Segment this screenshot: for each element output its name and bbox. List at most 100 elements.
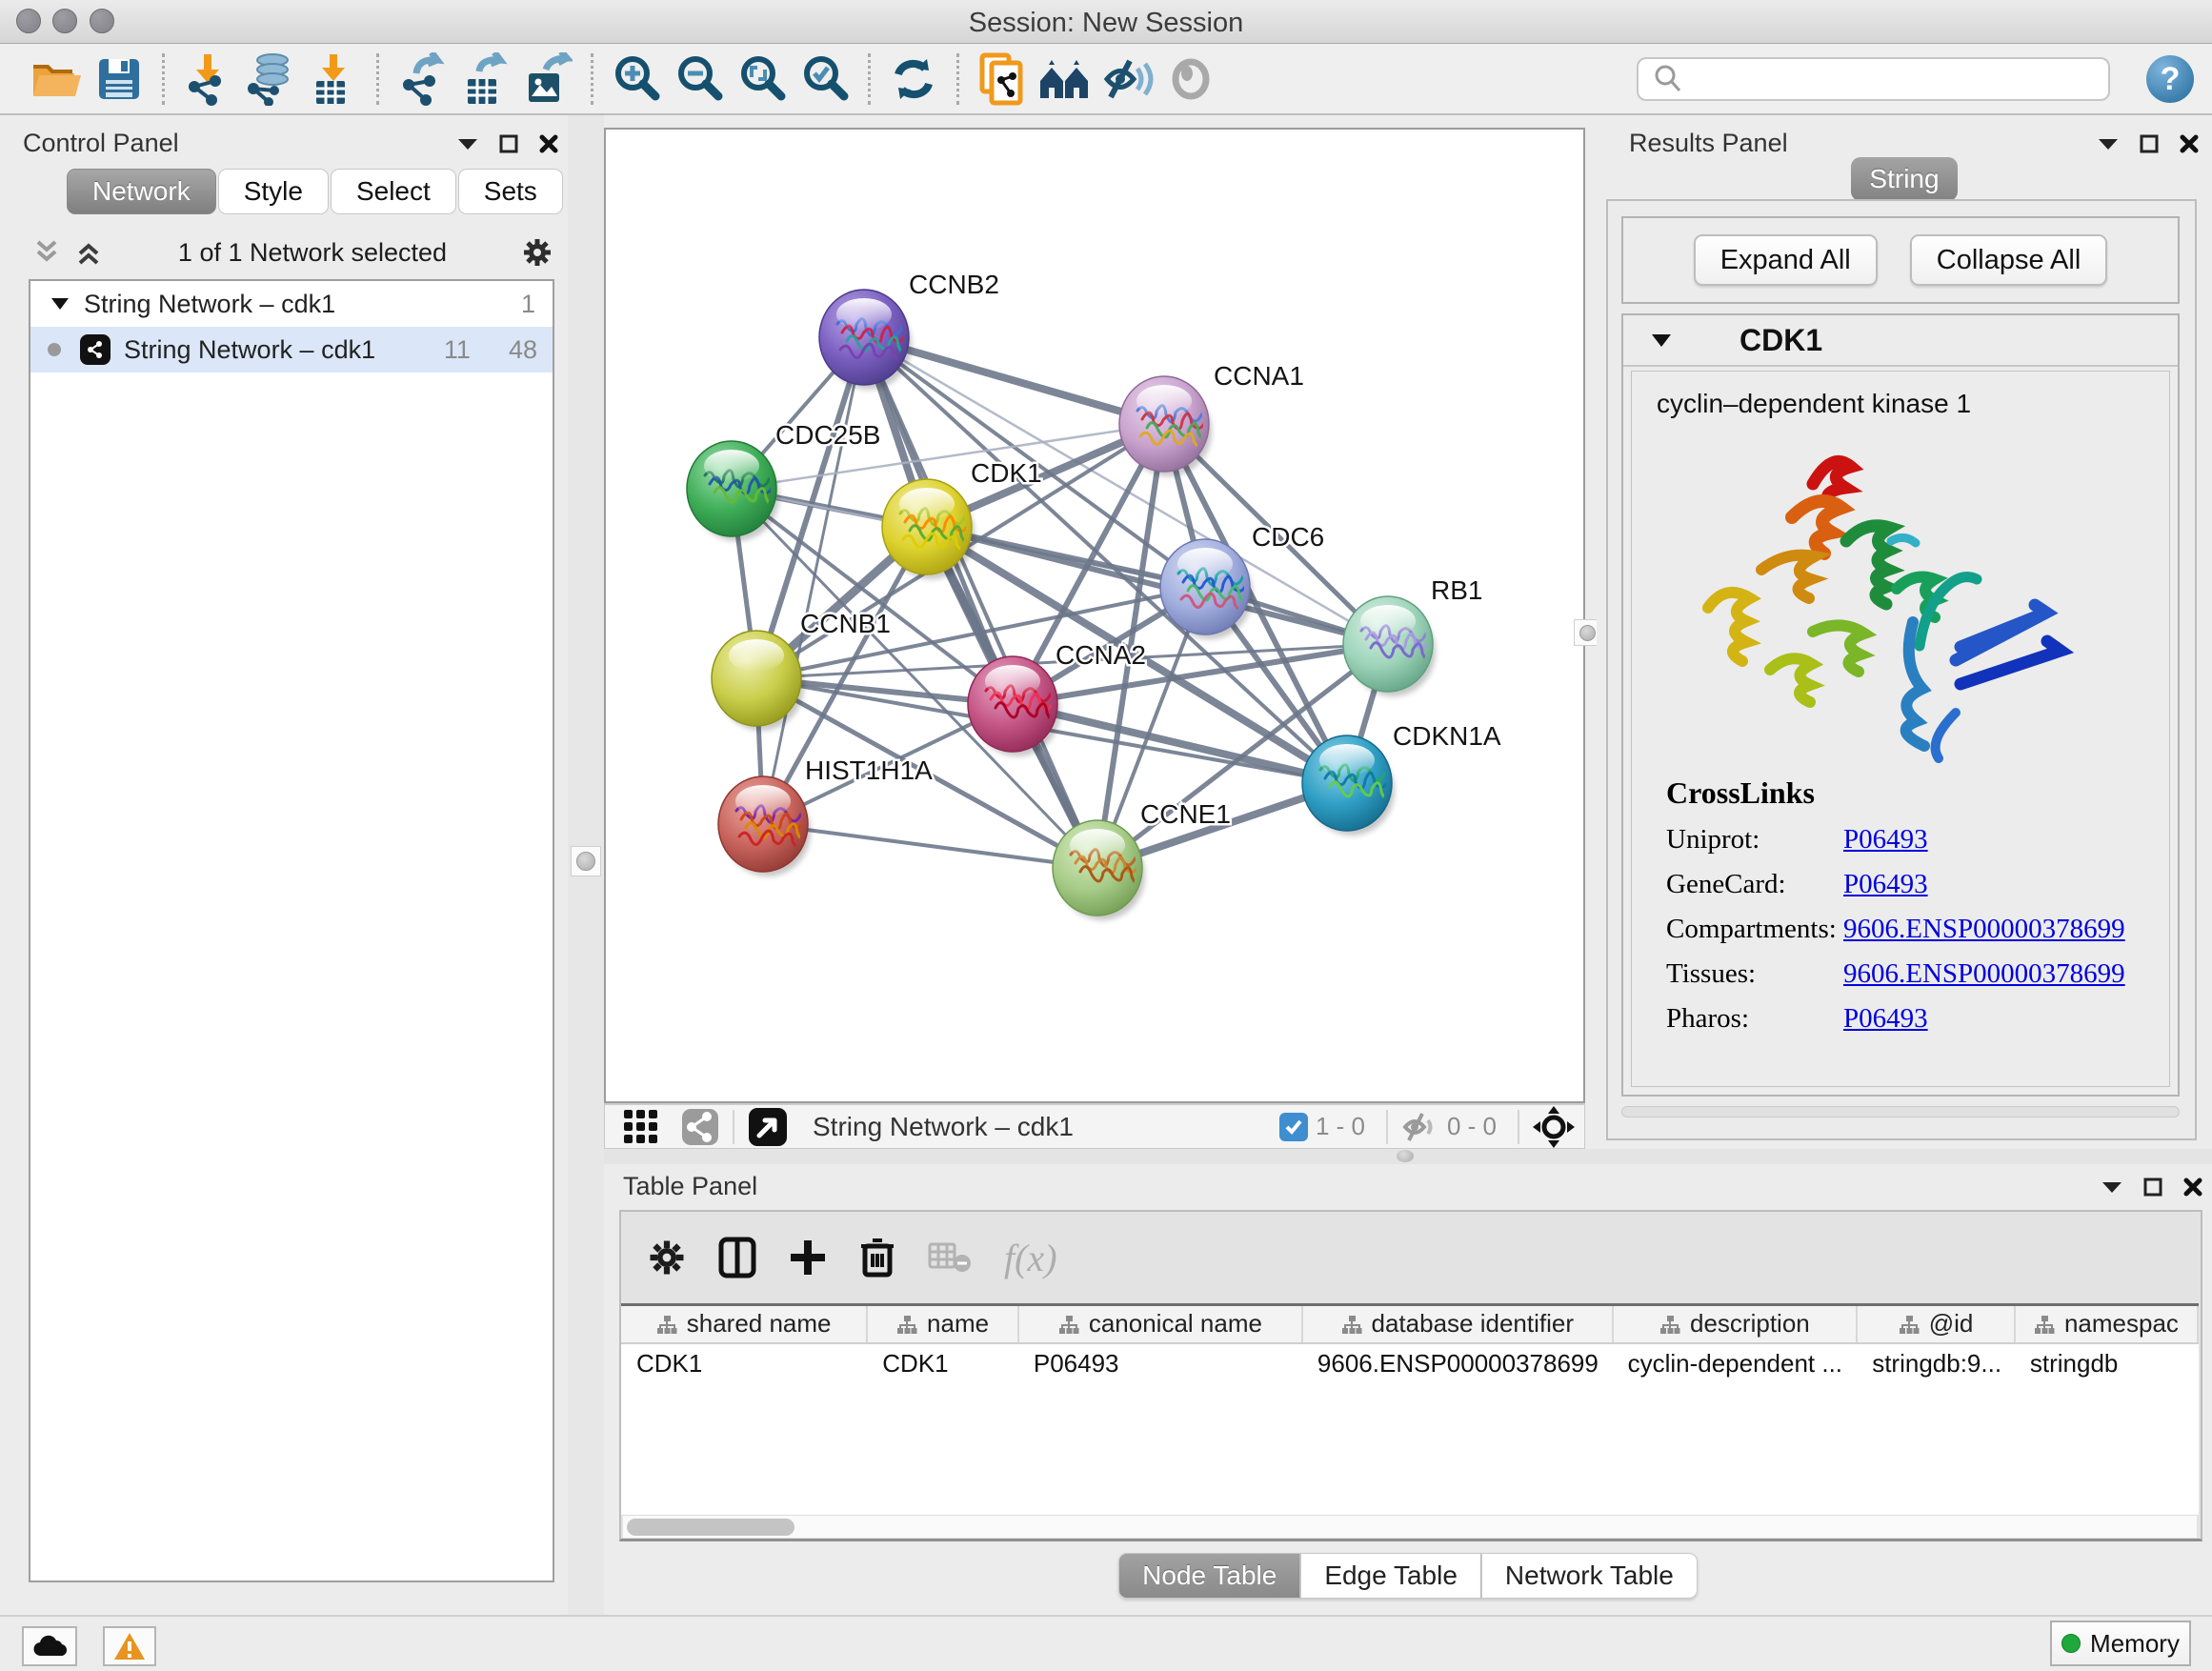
zoom-selected-icon[interactable]	[794, 50, 856, 109]
new-network-from-selection-icon[interactable]	[971, 50, 1034, 109]
tree-expand-icon[interactable]	[51, 298, 69, 310]
memory-button[interactable]: Memory	[2050, 1621, 2191, 1666]
first-neighbors-icon[interactable]	[1034, 50, 1096, 109]
zoom-fit-icon[interactable]	[731, 50, 794, 109]
network-node-ccna1[interactable]	[1119, 376, 1212, 476]
column-header-shared-name[interactable]: shared name	[621, 1305, 867, 1343]
table-tabs: Node TableEdge TableNetwork Table	[604, 1553, 2212, 1599]
collapse-all-icon[interactable]	[32, 238, 61, 267]
tab-select[interactable]: Select	[331, 169, 456, 214]
table-cell[interactable]: P06493	[1018, 1343, 1302, 1383]
tab-string[interactable]: String	[1851, 157, 1958, 201]
panel-float-icon[interactable]	[2143, 1178, 2162, 1197]
panel-menu-icon[interactable]	[2101, 1180, 2122, 1194]
export-table-icon[interactable]	[453, 50, 516, 109]
help-icon[interactable]: ?	[2146, 55, 2194, 103]
tab-style[interactable]: Style	[218, 169, 329, 214]
show-columns-icon[interactable]	[718, 1237, 756, 1278]
panel-float-icon[interactable]	[2140, 134, 2159, 153]
cytoscape-window: Session: New Session	[0, 0, 2212, 1671]
table-cell[interactable]: 9606.ENSP00000378699	[1302, 1343, 1613, 1383]
crosslink-link[interactable]: 9606.ENSP00000378699	[1843, 914, 2125, 945]
network-row[interactable]: String Network – cdk1 11 48	[30, 327, 553, 372]
table-cell[interactable]: CDK1	[621, 1343, 867, 1383]
tab-edge-table[interactable]: Edge Table	[1300, 1553, 1481, 1599]
gene-section-header[interactable]: CDK1	[1623, 315, 2178, 367]
tab-network[interactable]: Network	[67, 169, 216, 214]
pan-crosshair-icon[interactable]	[1533, 1106, 1575, 1148]
column-header-canonical-name[interactable]: canonical name	[1018, 1305, 1302, 1343]
export-network-icon[interactable]	[391, 50, 453, 109]
network-node-cdc25b[interactable]	[687, 441, 779, 541]
collapse-section-icon[interactable]	[1652, 334, 1671, 347]
horizontal-splitter-handle[interactable]	[1397, 1150, 1414, 1162]
network-node-ccna2[interactable]	[968, 656, 1060, 756]
tab-network-table[interactable]: Network Table	[1481, 1553, 1698, 1599]
import-network-icon[interactable]	[176, 50, 239, 109]
column-header-namespac[interactable]: namespac	[2015, 1305, 2198, 1343]
table-cell[interactable]: cyclin-dependent ...	[1613, 1343, 1858, 1383]
network-node-cdkn1a[interactable]	[1302, 735, 1395, 836]
tab-node-table[interactable]: Node Table	[1118, 1553, 1300, 1599]
network-node-ccne1[interactable]	[1053, 820, 1145, 920]
refresh-icon[interactable]	[882, 50, 945, 109]
table-cell[interactable]: stringdb:9...	[1857, 1343, 2015, 1383]
network-graph[interactable]: CCNB2CCNA1CDC25BCDK1CDC6RB1CCNB1CCNA2CDK…	[606, 130, 1583, 1101]
panel-close-icon[interactable]	[2180, 134, 2199, 153]
panel-close-icon[interactable]	[539, 134, 558, 153]
open-in-window-icon[interactable]	[748, 1107, 788, 1147]
hide-selected-icon[interactable]	[1096, 50, 1159, 109]
open-file-icon[interactable]	[25, 50, 88, 109]
cloud-button[interactable]	[22, 1626, 77, 1666]
zoom-in-icon[interactable]	[605, 50, 668, 109]
column-header-database-identifier[interactable]: database identifier	[1302, 1305, 1613, 1343]
panel-menu-icon[interactable]	[2098, 137, 2119, 151]
show-graphics-details-icon[interactable]	[1159, 50, 1222, 109]
table-cell[interactable]: stringdb	[2015, 1343, 2198, 1383]
network-canvas[interactable]: CCNB2CCNA1CDC25BCDK1CDC6RB1CCNB1CCNA2CDK…	[604, 128, 1585, 1103]
results-scrollbar[interactable]	[1621, 1106, 2180, 1117]
zoom-out-icon[interactable]	[668, 50, 731, 109]
panel-menu-icon[interactable]	[457, 137, 478, 151]
import-database-icon[interactable]	[239, 50, 302, 109]
warning-button[interactable]	[103, 1626, 156, 1666]
panel-close-icon[interactable]	[2183, 1178, 2202, 1197]
add-column-icon[interactable]	[789, 1238, 827, 1277]
search-input[interactable]	[1692, 60, 2108, 98]
column-header-name[interactable]: name	[867, 1305, 1018, 1343]
import-table-icon[interactable]	[302, 50, 365, 109]
delete-column-icon[interactable]	[859, 1237, 895, 1278]
main-toolbar: ?	[0, 44, 2212, 115]
table-h-scrollbar-thumb[interactable]	[627, 1519, 794, 1536]
node-table[interactable]: shared namenamecanonical namedatabase id…	[621, 1303, 2199, 1383]
table-gear-icon[interactable]	[648, 1238, 686, 1277]
table-row[interactable]: CDK1CDK1P064939606.ENSP00000378699cyclin…	[621, 1343, 2198, 1383]
save-session-icon[interactable]	[88, 50, 151, 109]
node-label-cdkn1a: CDKN1A	[1393, 721, 1501, 751]
network-node-cdk1[interactable]	[882, 479, 975, 579]
selected-nodes-checkbox[interactable]	[1279, 1113, 1308, 1141]
column-header--id[interactable]: @id	[1857, 1305, 2015, 1343]
left-splitter-handle[interactable]	[571, 846, 601, 876]
birdseye-grid-icon[interactable]	[622, 1108, 660, 1146]
panel-float-icon[interactable]	[499, 134, 518, 153]
crosslink-link[interactable]: 9606.ENSP00000378699	[1843, 958, 2125, 990]
expand-all-button[interactable]: Expand All	[1694, 234, 1878, 286]
crosslink-link[interactable]: P06493	[1843, 824, 1928, 856]
table-cell[interactable]: CDK1	[867, 1343, 1018, 1383]
search-box[interactable]	[1637, 57, 2110, 101]
string-share-icon[interactable]	[681, 1108, 719, 1146]
network-node-hist1h1a[interactable]	[718, 776, 811, 876]
network-edge[interactable]	[763, 824, 1097, 868]
gear-icon[interactable]	[522, 237, 553, 268]
network-collection-row[interactable]: String Network – cdk1 1	[30, 281, 553, 327]
export-image-icon[interactable]	[516, 50, 579, 109]
expand-all-icon[interactable]	[74, 238, 103, 267]
tab-sets[interactable]: Sets	[458, 169, 563, 214]
crosslink-link[interactable]: P06493	[1843, 869, 1928, 900]
collapse-all-button[interactable]: Collapse All	[1910, 234, 2108, 286]
network-node-rb1[interactable]	[1343, 596, 1436, 696]
crosslink-link[interactable]: P06493	[1843, 1003, 1928, 1035]
column-header-description[interactable]: description	[1613, 1305, 1858, 1343]
table-h-scrollbar[interactable]	[623, 1515, 2197, 1538]
